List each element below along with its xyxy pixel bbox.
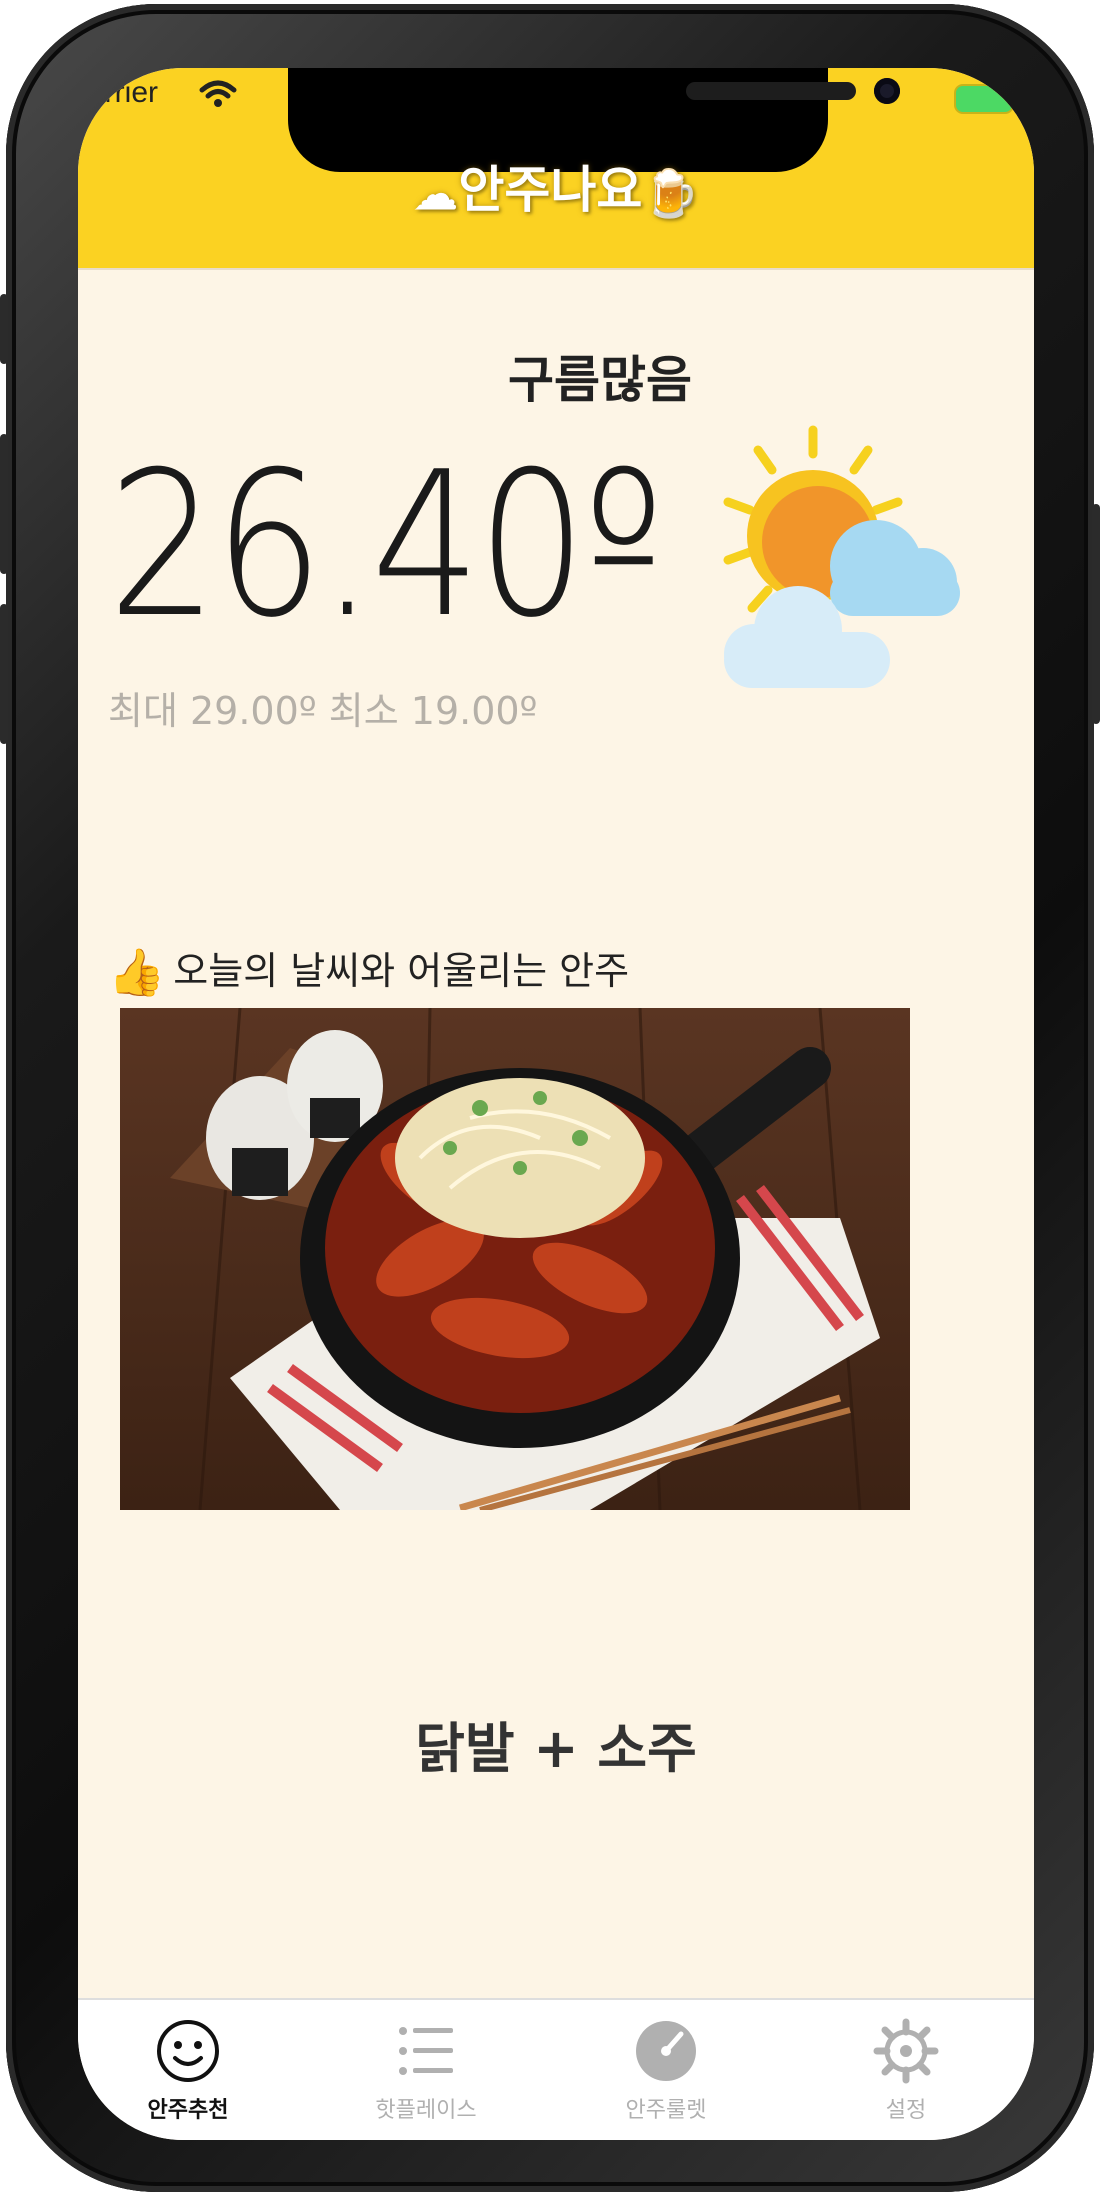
tab-roulette-label: 안주룰렛 <box>625 2098 707 2123</box>
recommendation-heading: 👍 오늘의 날씨와 어울리는 안주 <box>108 940 629 1000</box>
battery-icon <box>956 86 1012 112</box>
app-title: ☁안주나요🍺 <box>78 150 1034 222</box>
thumbs-up-icon: 👍 <box>108 945 166 999</box>
volume-down-button <box>0 604 8 744</box>
current-temperature: 26.40º <box>108 429 664 662</box>
silent-switch <box>0 294 8 364</box>
chicken-feet-skillet-image <box>120 1008 910 1510</box>
cloud-icon: ☁ <box>412 166 459 221</box>
tab-hotplace-label: 핫플레이스 <box>375 2098 477 2123</box>
tab-hotplace[interactable]: 핫플레이스 <box>326 2018 526 2124</box>
beer-icon: 🍺 <box>642 166 700 220</box>
power-button <box>1092 504 1100 724</box>
tab-recommend[interactable]: 안주추천 <box>88 2018 288 2124</box>
tab-settings-label: 설정 <box>885 2098 927 2123</box>
tab-settings[interactable]: 설정 <box>806 2018 1006 2124</box>
navigation-bar: arrier ☁안주나요🍺 <box>78 68 1034 270</box>
app-title-text: 안주나요 <box>458 161 643 219</box>
gauge-icon <box>636 2021 696 2081</box>
food-photo <box>120 1008 910 1510</box>
phone-frame: arrier ☁안주나요🍺 구름많음 26.40º 최대 29.00º 최소 1… <box>0 4 1100 2192</box>
wifi-icon <box>199 80 237 107</box>
smiley-icon <box>157 2020 219 2082</box>
volume-up-button <box>0 434 8 574</box>
recommendation-label: 오늘의 날씨와 어울리는 안주 <box>173 949 630 993</box>
tab-roulette[interactable]: 안주룰렛 <box>566 2018 766 2124</box>
front-camera <box>874 78 900 104</box>
carrier-label: arrier <box>88 76 159 109</box>
weather-condition: 구름많음 <box>508 351 692 409</box>
sun-behind-clouds-icon <box>723 425 960 688</box>
tab-recommend-label: 안주추천 <box>147 2098 229 2123</box>
temperature-range: 최대 29.00º 최소 19.00º <box>108 689 538 733</box>
app-screen: arrier ☁안주나요🍺 구름많음 26.40º 최대 29.00º 최소 1… <box>78 68 1034 2140</box>
recommended-food-name: 닭발 + 소주 <box>415 1717 697 1780</box>
gear-icon <box>873 2018 939 2084</box>
list-icon <box>399 2027 453 2075</box>
tab-bar: 안주추천 핫플레이스 안주룰렛 설정 <box>78 1998 1034 2140</box>
speaker-grille <box>686 82 856 100</box>
